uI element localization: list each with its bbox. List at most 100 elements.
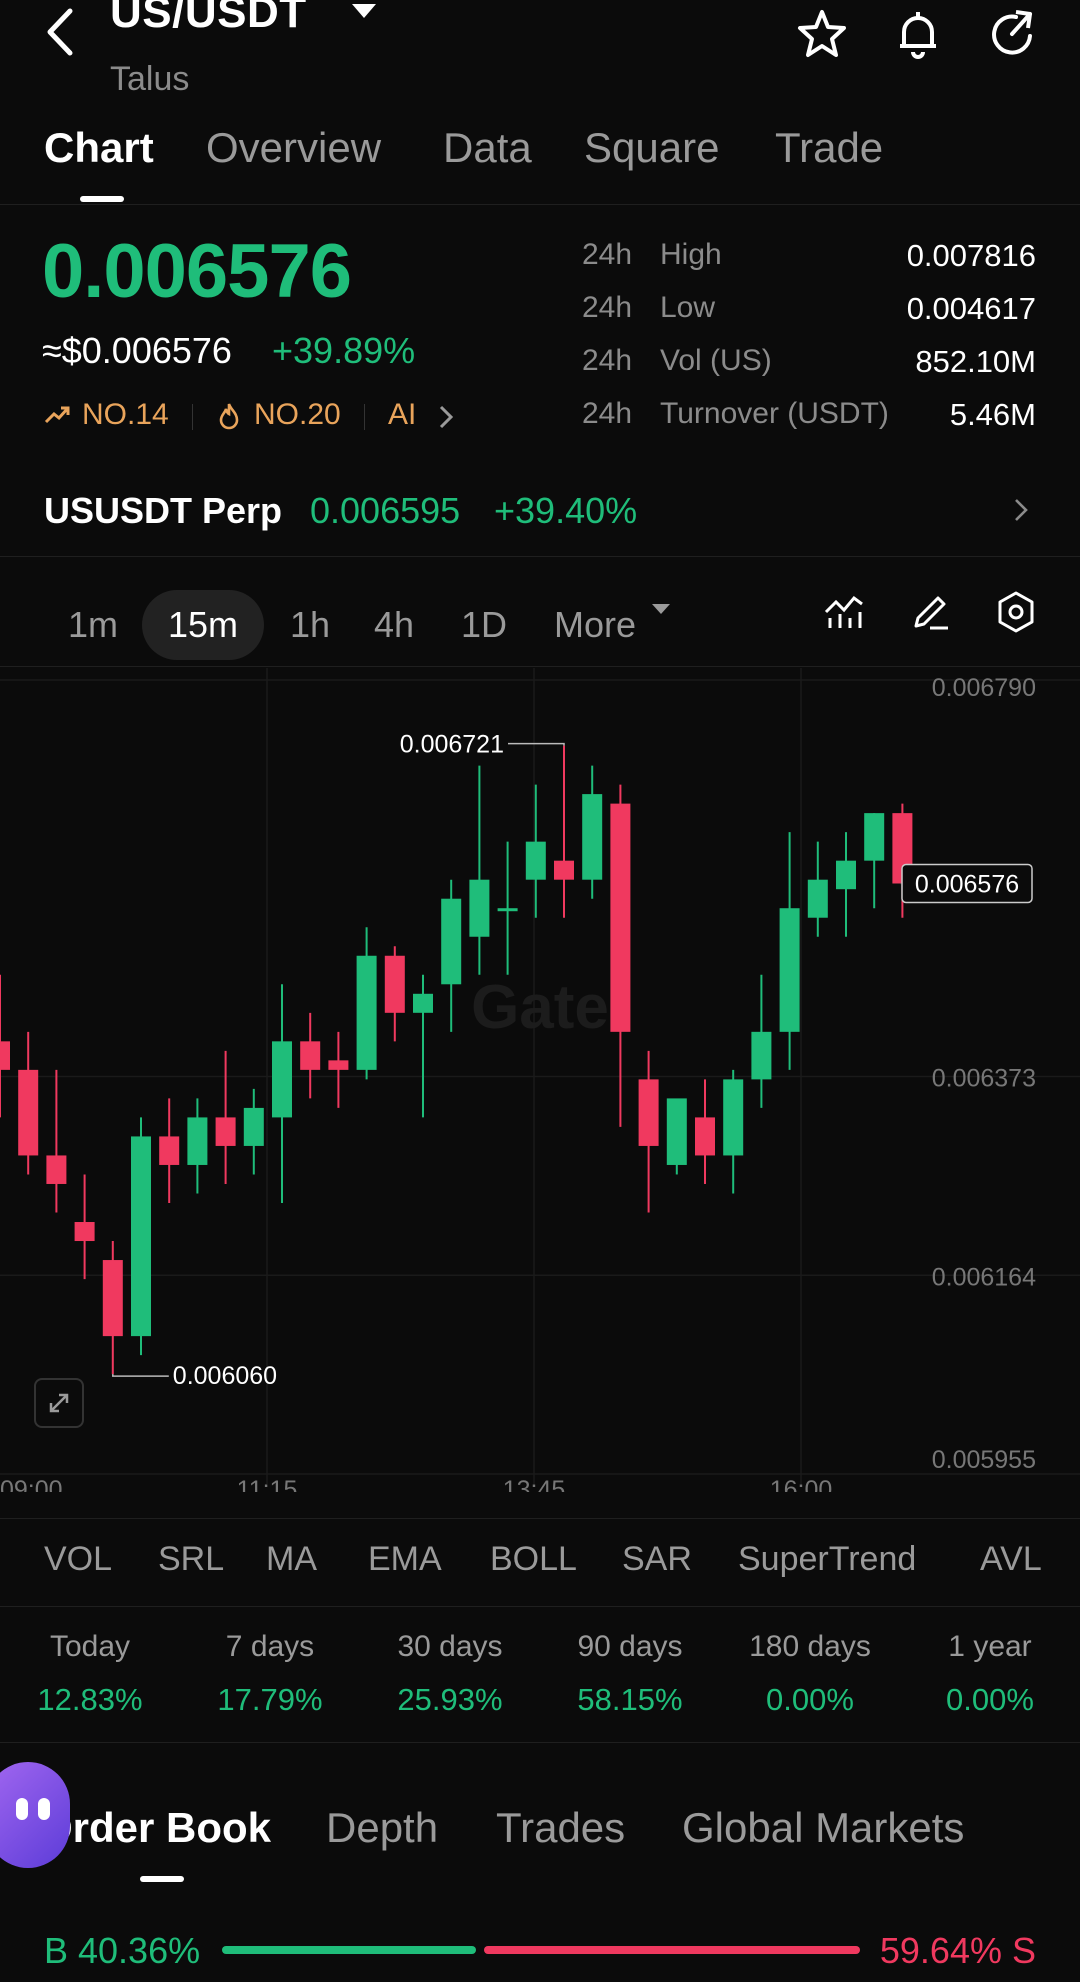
buy-ratio-bar xyxy=(222,1946,477,1954)
indicator-avl[interactable]: AVL xyxy=(980,1540,1046,1579)
interval-15m[interactable]: 15m xyxy=(142,590,264,660)
candle-body xyxy=(74,1222,95,1242)
stat-value-high: 0.007816 xyxy=(906,238,1036,273)
candle-body xyxy=(300,1041,321,1070)
indicator-srl[interactable]: SRL xyxy=(158,1540,224,1579)
candle-body xyxy=(18,1069,39,1156)
divider xyxy=(0,1606,1080,1607)
candle-body xyxy=(864,813,885,861)
active-tab-indicator xyxy=(80,196,124,202)
candles xyxy=(0,745,913,1375)
tab-square[interactable]: Square xyxy=(584,124,719,172)
trending-icon xyxy=(44,404,70,431)
share-icon[interactable] xyxy=(982,4,1042,64)
candle-body xyxy=(695,1117,715,1156)
candle-body xyxy=(469,879,490,937)
caret-down-icon[interactable] xyxy=(352,4,376,18)
interval-1m[interactable]: 1m xyxy=(56,590,130,660)
tab-global-markets[interactable]: Global Markets xyxy=(682,1804,964,1852)
pair-subtitle: Talus xyxy=(110,60,190,98)
candle-body xyxy=(243,1107,264,1146)
separator xyxy=(364,404,365,430)
interval-1h[interactable]: 1h xyxy=(278,590,342,660)
separator xyxy=(192,404,193,430)
candle-body xyxy=(131,1136,151,1337)
indicator-ma[interactable]: MA xyxy=(266,1540,317,1579)
pair-title[interactable]: US/USDT xyxy=(110,0,307,38)
tab-trades[interactable]: Trades xyxy=(496,1804,625,1852)
draw-pen-icon[interactable] xyxy=(900,582,960,642)
expand-icon[interactable] xyxy=(34,1378,84,1428)
chevron-right-icon[interactable] xyxy=(1014,498,1028,527)
tab-overview[interactable]: Overview xyxy=(206,124,381,172)
ai-badge[interactable]: AI xyxy=(388,398,416,432)
y-tick-label: 0.006164 xyxy=(932,1263,1036,1291)
bell-icon[interactable] xyxy=(888,4,948,64)
y-tick-label: 0.006373 xyxy=(932,1065,1036,1093)
candle-body xyxy=(638,1079,659,1146)
interval-1d[interactable]: 1D xyxy=(452,590,516,660)
perf-value: 0.00% xyxy=(946,1682,1034,1717)
low-marker-line xyxy=(112,1374,169,1377)
interval-4h[interactable]: 4h xyxy=(362,590,426,660)
candle-body xyxy=(497,908,518,912)
price-change: +39.89% xyxy=(272,330,416,371)
candle-body xyxy=(666,1098,687,1165)
candle-body xyxy=(554,860,574,880)
x-tick-label: 09:00 xyxy=(0,1476,63,1492)
indicator-supertrend[interactable]: SuperTrend xyxy=(738,1540,916,1579)
perf-label: 30 days xyxy=(397,1630,503,1663)
candle-body xyxy=(159,1136,180,1165)
stat-period: 24h xyxy=(582,397,633,430)
candle-body xyxy=(525,841,546,880)
tab-data[interactable]: Data xyxy=(443,124,532,172)
perf-label: 180 days xyxy=(749,1630,871,1663)
candle-body xyxy=(102,1260,123,1337)
interval-more[interactable]: More xyxy=(548,590,642,660)
stat-label-low: Low xyxy=(660,291,716,324)
divider xyxy=(0,556,1080,557)
fire-icon xyxy=(218,402,240,435)
perp-name: USUSDT Perp xyxy=(44,490,283,531)
active-tab-indicator xyxy=(140,1876,184,1882)
indicator-icon[interactable] xyxy=(814,582,874,642)
usd-price: ≈$0.006576 xyxy=(42,330,232,371)
high-marker-label: 0.006721 xyxy=(400,731,504,759)
candle-body xyxy=(272,1041,292,1118)
candle-body xyxy=(215,1117,236,1146)
star-icon[interactable] xyxy=(792,4,852,64)
candle-body xyxy=(46,1155,67,1184)
stat-label-turnover: Turnover (USDT) xyxy=(660,397,889,430)
indicator-boll[interactable]: BOLL xyxy=(490,1540,577,1579)
chevron-right-icon[interactable] xyxy=(438,404,454,435)
rank-badge-trending[interactable]: NO.14 xyxy=(82,398,169,432)
stat-period: 24h xyxy=(582,344,633,377)
candle-body xyxy=(356,955,377,1070)
stat-label-high: High xyxy=(660,238,722,271)
perf-label: Today xyxy=(49,1630,131,1663)
tab-depth[interactable]: Depth xyxy=(326,1804,438,1852)
indicator-ema[interactable]: EMA xyxy=(368,1540,442,1579)
indicator-sar[interactable]: SAR xyxy=(622,1540,692,1579)
y-tick-label: 0.005955 xyxy=(932,1446,1036,1474)
watermark: Gate xyxy=(471,973,609,1042)
back-arrow-icon[interactable] xyxy=(30,2,90,62)
divider xyxy=(0,1518,1080,1519)
indicator-vol[interactable]: VOL xyxy=(44,1540,112,1579)
divider xyxy=(0,666,1080,667)
rank-badge-hot[interactable]: NO.20 xyxy=(254,398,341,432)
tab-order-book[interactable]: Order Book xyxy=(40,1804,271,1852)
low-marker-label: 0.006060 xyxy=(173,1362,277,1390)
perp-price: 0.006595 xyxy=(310,490,461,531)
buy-ratio-label: B 40.36% xyxy=(44,1930,201,1971)
assistant-bot-icon[interactable] xyxy=(0,1762,70,1868)
chart-settings-icon[interactable] xyxy=(986,582,1046,642)
caret-down-icon xyxy=(652,604,670,614)
tab-trade[interactable]: Trade xyxy=(775,124,883,172)
candlestick-chart[interactable]: Gate 0.006790 0.006373 0.006164 0.005955 09:… xyxy=(0,668,1080,1492)
perf-value: 58.15% xyxy=(577,1682,683,1717)
stat-value-turnover: 5.46M xyxy=(949,397,1036,432)
perf-value: 17.79% xyxy=(217,1682,323,1717)
tab-chart[interactable]: Chart xyxy=(44,124,154,172)
perf-label: 1 year xyxy=(948,1630,1032,1663)
